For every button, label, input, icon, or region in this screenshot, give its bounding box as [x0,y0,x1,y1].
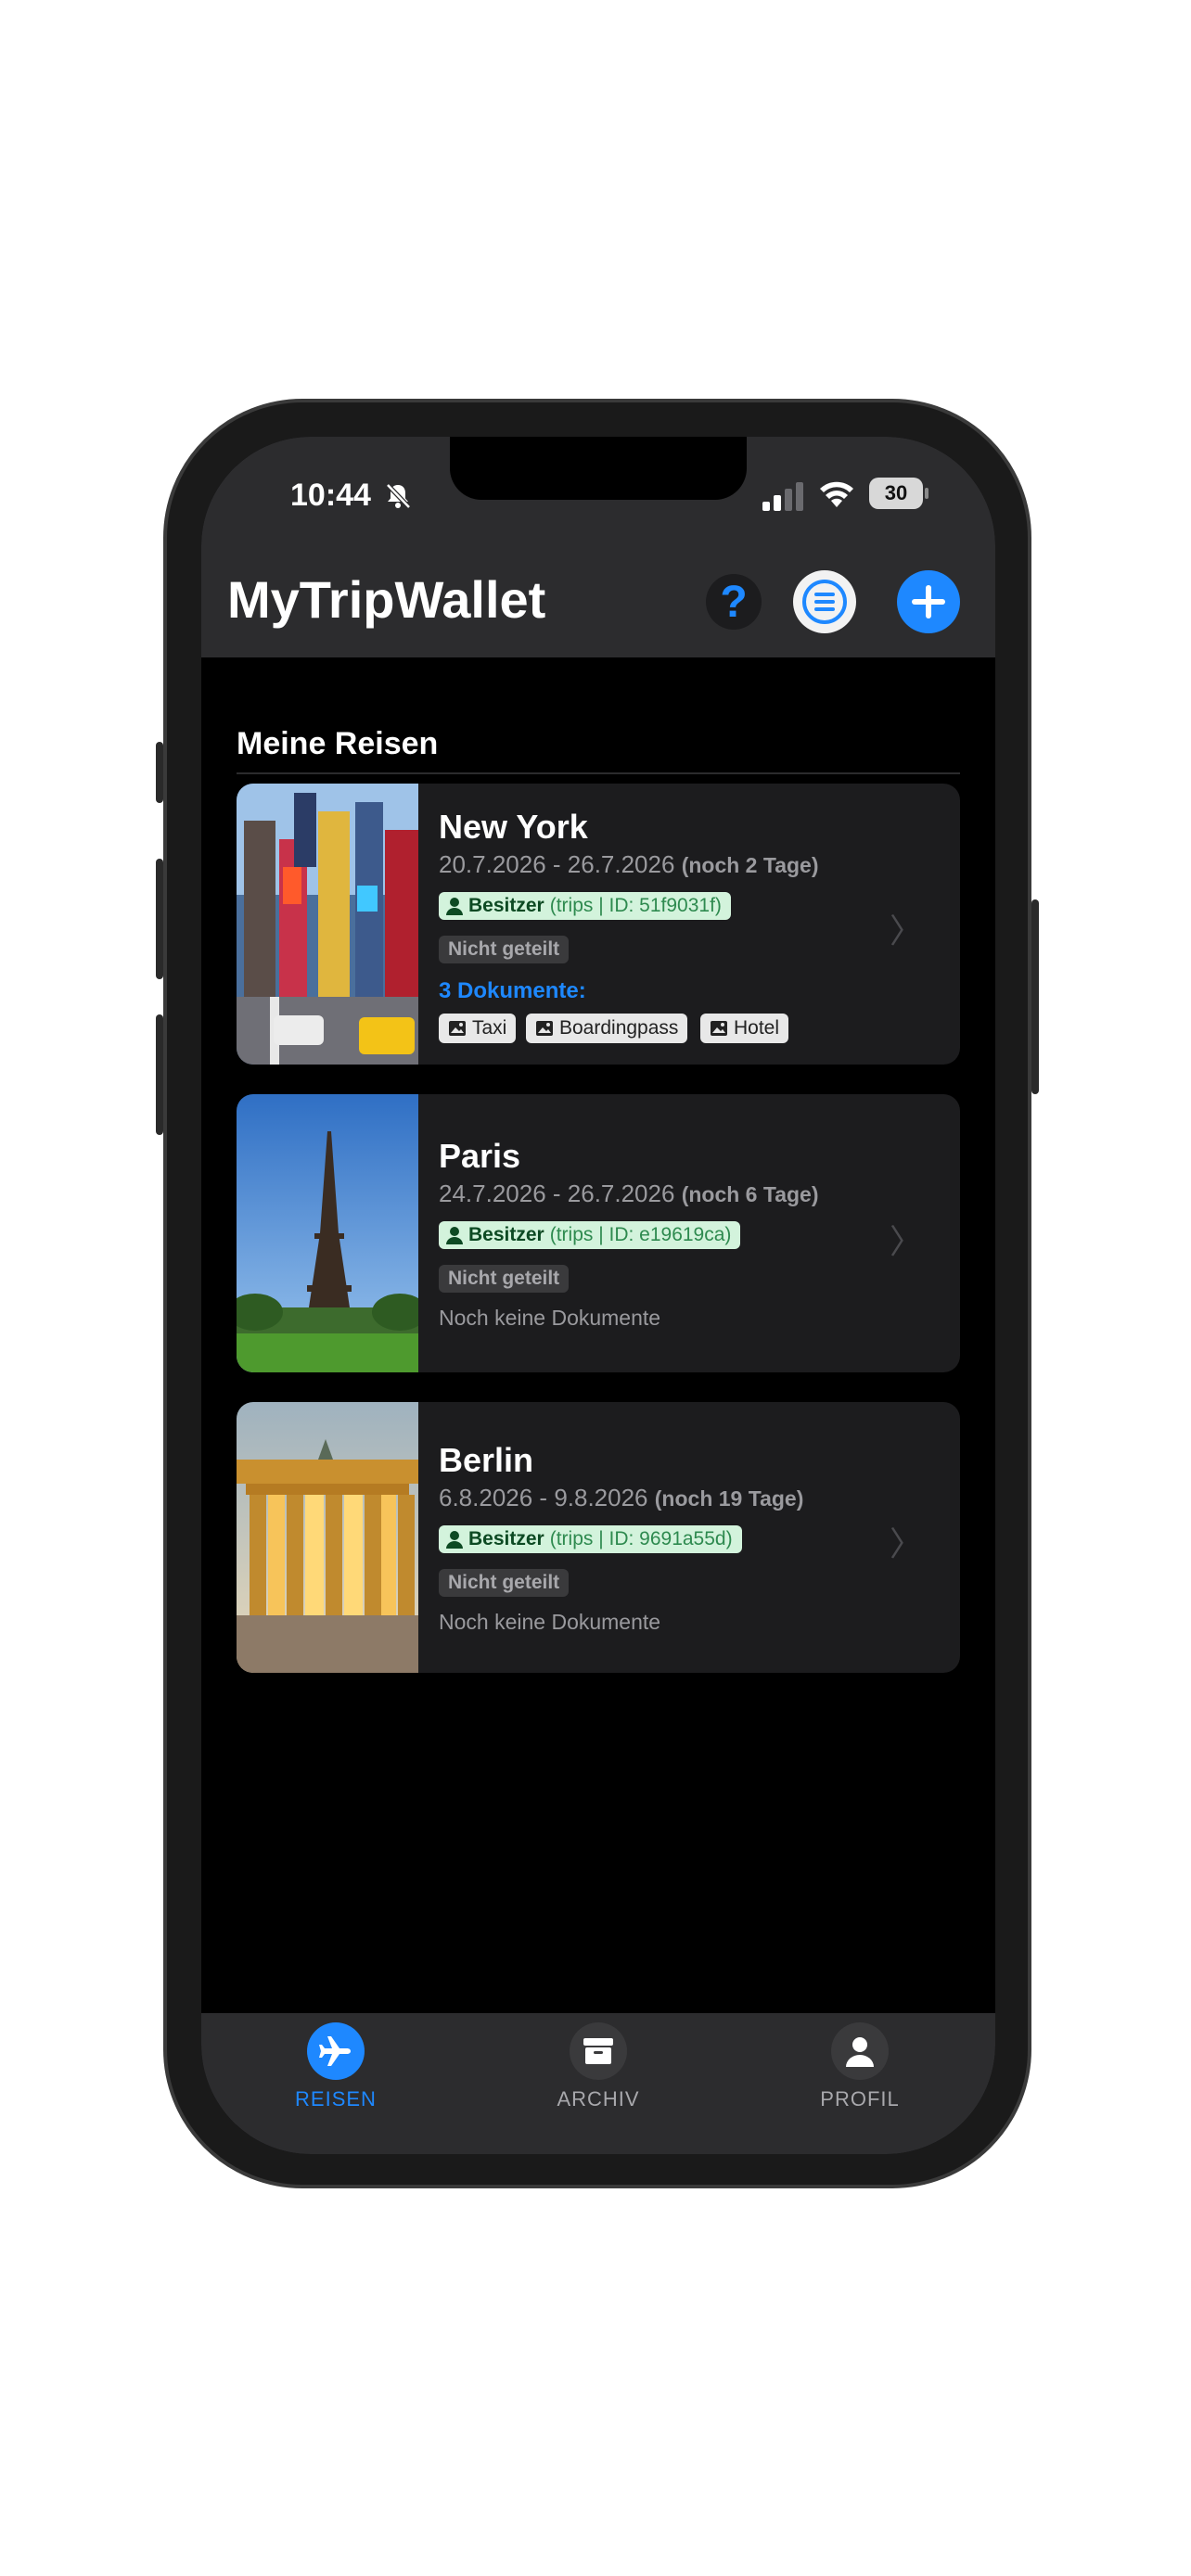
owner-badge: Besitzer (trips | ID: 9691a55d) [439,1525,742,1553]
tab-label: REISEN [295,2087,377,2111]
trip-date-range: 6.8.2026 - 9.8.2026 [439,1484,648,1511]
chevron-right-icon: 〉 [889,1524,923,1562]
trip-dates: 24.7.2026 - 26.7.2026 (noch 6 Tage) [439,1180,819,1208]
owner-label: Besitzer [468,895,544,916]
tab-label: PROFIL [820,2087,900,2111]
trip-title: Paris [439,1137,521,1175]
trip-date-range: 24.7.2026 - 26.7.2026 [439,1180,675,1207]
photo-icon [711,1021,727,1036]
tab-bar: REISEN ARCHIV PROFIL [201,2013,995,2154]
trip-countdown: (noch 2 Tage) [681,853,819,877]
share-status-badge: Nicht geteilt [439,1265,570,1293]
trip-date-range: 20.7.2026 - 26.7.2026 [439,850,675,878]
add-trip-button[interactable] [897,570,960,633]
status-time: 10:44 [290,478,371,513]
volume-up-button [156,859,163,979]
trip-countdown: (noch 6 Tage) [681,1182,819,1206]
screen: 10:44 30 MyTripWallet ? Meine Reisen New… [201,437,995,2154]
tab-archiv[interactable]: ARCHIV [524,2022,672,2111]
person-icon [446,898,463,915]
trip-thumbnail-paris [237,1094,418,1372]
volume-down-button [156,1014,163,1135]
help-button[interactable]: ? [706,574,762,630]
trip-card-paris[interactable]: Paris 24.7.2026 - 26.7.2026 (noch 6 Tage… [237,1094,960,1372]
list-menu-icon [802,580,847,624]
owner-label: Besitzer [468,1224,544,1245]
airplane-icon [307,2022,365,2080]
trip-dates: 20.7.2026 - 26.7.2026 (noch 2 Tage) [439,850,819,879]
section-title: Meine Reisen [237,726,439,761]
photo-icon [449,1021,466,1036]
person-icon [446,1227,463,1244]
share-status-badge: Nicht geteilt [439,936,570,963]
documents-title: 3 Dokumente: [439,978,586,1003]
tab-profil[interactable]: PROFIL [786,2022,934,2111]
document-label: Taxi [472,1017,507,1039]
trip-id: (trips | ID: 51f9031f) [549,895,722,916]
wifi-icon [820,481,853,507]
trip-dates: 6.8.2026 - 9.8.2026 (noch 19 Tage) [439,1484,803,1512]
trip-card-berlin[interactable]: Berlin 6.8.2026 - 9.8.2026 (noch 19 Tage… [237,1402,960,1673]
trip-id: (trips | ID: 9691a55d) [549,1528,733,1549]
photo-icon [536,1021,553,1036]
question-mark-icon: ? [720,577,748,627]
trip-id: (trips | ID: e19619ca) [549,1224,732,1245]
tab-label: ARCHIV [557,2087,640,2111]
bell-muted-icon [386,483,411,509]
plus-icon [912,585,945,618]
chevron-right-icon: 〉 [889,1222,923,1260]
trip-thumbnail-new-york [237,784,418,1065]
cellular-signal-icon [762,482,803,511]
archive-box-icon [570,2022,627,2080]
document-label: Hotel [734,1017,780,1039]
person-icon [831,2022,889,2080]
trip-countdown: (noch 19 Tage) [654,1486,804,1511]
trip-thumbnail-berlin [237,1402,418,1673]
owner-label: Besitzer [468,1528,544,1549]
section-divider [237,772,960,774]
document-chip-taxi[interactable]: Taxi [439,1014,517,1043]
tab-reisen[interactable]: REISEN [262,2022,410,2111]
app-header: 10:44 30 MyTripWallet ? [201,437,995,657]
owner-badge: Besitzer (trips | ID: 51f9031f) [439,892,731,920]
battery-tip [925,488,928,499]
no-documents-text: Noch keine Dokumente [439,1610,661,1634]
owner-badge: Besitzer (trips | ID: e19619ca) [439,1221,741,1249]
person-icon [446,1531,463,1549]
trip-card-new-york[interactable]: New York 20.7.2026 - 26.7.2026 (noch 2 T… [237,784,960,1065]
document-label: Boardingpass [559,1017,679,1039]
notch [450,437,747,500]
mute-switch [156,742,163,803]
share-status-badge: Nicht geteilt [439,1569,570,1597]
battery-indicator: 30 [869,478,923,509]
document-chip-hotel[interactable]: Hotel [700,1014,789,1043]
document-chip-boardingpass[interactable]: Boardingpass [526,1014,688,1043]
menu-button[interactable] [793,570,856,633]
trip-title: Berlin [439,1441,534,1479]
no-documents-text: Noch keine Dokumente [439,1306,661,1330]
app-title: MyTripWallet [227,570,546,629]
trip-title: New York [439,808,588,846]
power-button [1031,899,1039,1094]
chevron-right-icon: 〉 [889,912,923,950]
